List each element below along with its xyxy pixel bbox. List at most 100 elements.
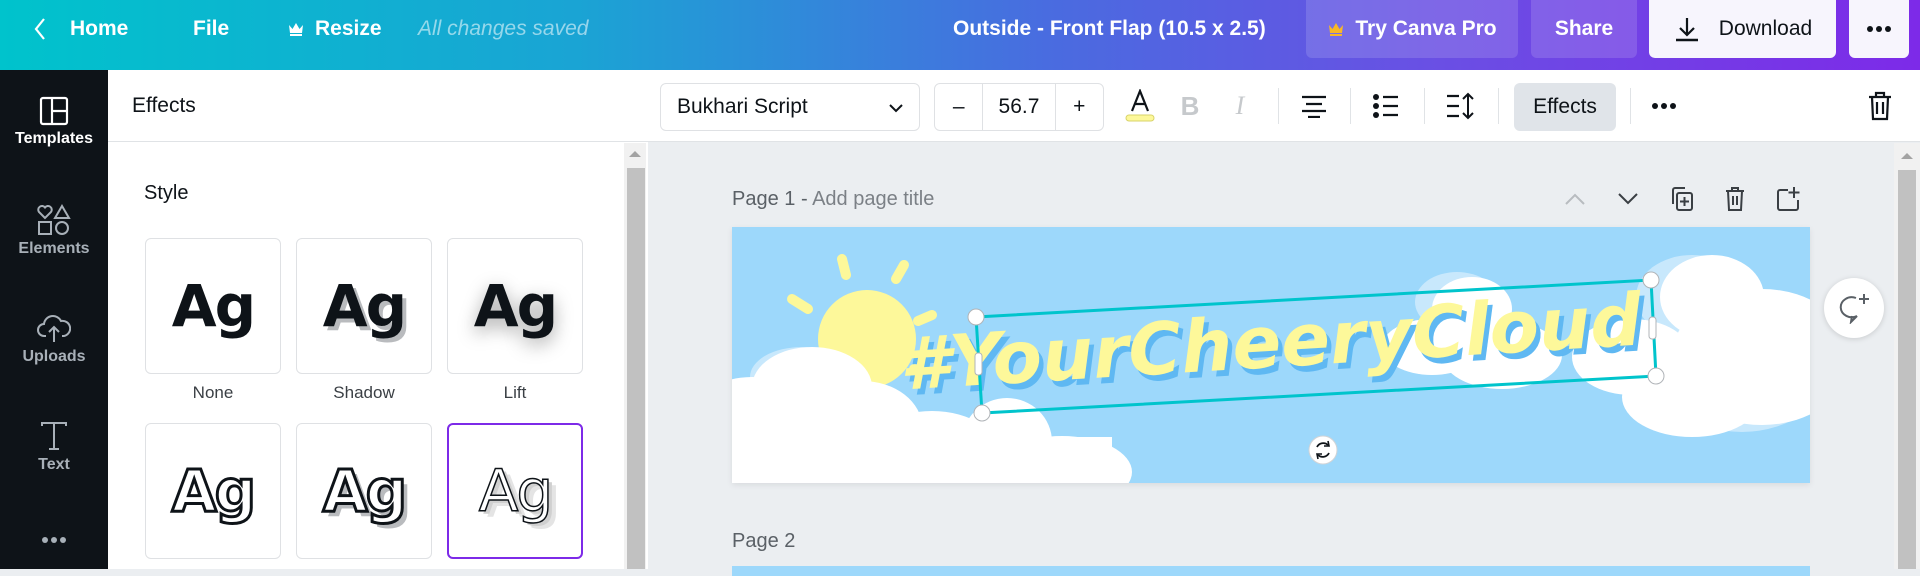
panel-title: Effects [108, 70, 648, 142]
list-button[interactable] [1368, 88, 1404, 124]
text-toolbar: Bukhari Script – 56.7 + B I Effects [648, 70, 1920, 142]
toolbar-divider [1498, 88, 1499, 124]
style-option-echo[interactable]: Ag [447, 423, 583, 559]
resize-handle [1647, 367, 1665, 385]
style-preview: Ag [322, 272, 407, 340]
sidebar-item-label: Templates [15, 130, 93, 147]
templates-icon [39, 96, 69, 126]
download-label: Download [1718, 17, 1813, 40]
page-1-label: Page 1 - Add page title [732, 188, 934, 211]
chevron-up-icon [1565, 193, 1585, 205]
style-label: Lift [503, 383, 527, 402]
style-option-hollow[interactable]: Ag [145, 423, 281, 559]
page-title-input[interactable]: Add page title [812, 188, 934, 210]
home-label: Home [70, 17, 129, 40]
bold-icon: B [1180, 90, 1200, 121]
style-preview: Ag [171, 272, 256, 340]
style-option-none[interactable]: Ag [145, 238, 281, 374]
style-preview: Ag [473, 272, 558, 340]
toolbar-more-button[interactable] [1646, 88, 1682, 124]
more-horizontal-icon [42, 537, 66, 543]
italic-button[interactable]: I [1222, 88, 1258, 124]
sidebar-item-label: Elements [18, 240, 90, 257]
text-align-button[interactable] [1296, 88, 1332, 124]
font-size-stepper: – 56.7 + [934, 83, 1104, 131]
try-canva-pro-button[interactable]: Try Canva Pro [1306, 0, 1518, 58]
text-color-icon [1125, 89, 1155, 122]
save-status: All changes saved [418, 17, 589, 40]
sidebar-item-elements[interactable]: Elements [0, 204, 108, 258]
download-icon [1675, 18, 1698, 42]
delete-element-button[interactable] [1862, 88, 1898, 124]
file-menu-button[interactable]: File [193, 0, 229, 58]
add-comment-button[interactable] [1824, 278, 1884, 338]
design-artwork: #YourCheeryCloud #YourCheeryCloud [732, 254, 1810, 483]
line-spacing-icon [1447, 92, 1474, 120]
elements-icon [37, 204, 71, 235]
design-page-2[interactable] [732, 566, 1810, 576]
sidebar-more-button[interactable] [0, 536, 108, 548]
scrollbar-thumb[interactable] [1898, 170, 1916, 569]
more-options-button[interactable] [1849, 0, 1909, 58]
sidebar-item-label: Uploads [22, 348, 86, 365]
trash-icon [1869, 91, 1891, 121]
crown-icon [1329, 23, 1344, 36]
chevron-down-icon [889, 104, 903, 113]
move-page-down-button[interactable] [1613, 184, 1643, 214]
duplicate-page-button[interactable] [1667, 184, 1697, 214]
text-icon [41, 422, 67, 450]
font-size-input[interactable]: 56.7 [982, 84, 1056, 130]
toolbar-divider [1350, 88, 1351, 124]
delete-page-button[interactable] [1720, 184, 1750, 214]
style-section-title: Style [144, 182, 189, 204]
download-button[interactable]: Download [1649, 0, 1836, 58]
effects-button[interactable]: Effects [1514, 83, 1616, 131]
style-option-splice[interactable]: Ag [296, 423, 432, 559]
design-page-1[interactable]: #YourCheeryCloud #YourCheeryCloud [732, 227, 1810, 483]
scroll-up-arrow-icon[interactable] [1901, 153, 1913, 159]
page-2-label: Page 2 [732, 530, 796, 552]
sidebar-item-text[interactable]: Text [0, 420, 108, 474]
sidebar-item-label: Text [38, 456, 70, 473]
move-page-up-button[interactable] [1560, 184, 1590, 214]
rotate-handle[interactable] [1308, 435, 1338, 465]
add-page-icon [1777, 187, 1800, 211]
increase-font-size-button[interactable]: + [1056, 84, 1103, 130]
align-center-icon [1302, 95, 1326, 118]
style-preview: Ag [478, 456, 554, 526]
style-option-lift[interactable]: Ag [447, 238, 583, 374]
trash-icon [1726, 187, 1744, 211]
side-navigation: Templates Elements Uploads Text [0, 70, 108, 569]
style-preview: Ag [321, 456, 408, 527]
toolbar-divider [1424, 88, 1425, 124]
resize-handle [967, 308, 985, 326]
resize-button[interactable]: Resize [287, 0, 382, 58]
scrollbar-thumb[interactable] [627, 168, 645, 569]
style-option-shadow[interactable]: Ag [296, 238, 432, 374]
canvas-scrollbar[interactable] [1894, 143, 1920, 569]
resize-label: Resize [315, 17, 382, 40]
bold-button[interactable]: B [1172, 88, 1208, 124]
headline-text-group: #YourCheeryCloud #YourCheeryCloud [897, 277, 1650, 412]
sidebar-item-templates[interactable]: Templates [0, 96, 108, 148]
side-handle [974, 352, 983, 376]
top-bar: Home File Resize All changes saved Outsi… [0, 0, 1920, 70]
try-canva-pro-label: Try Canva Pro [1355, 17, 1497, 40]
home-button[interactable]: Home [32, 0, 128, 58]
font-family-dropdown[interactable]: Bukhari Script [660, 83, 920, 131]
share-button[interactable]: Share [1531, 0, 1637, 58]
document-title[interactable]: Outside - Front Flap (10.5 x 2.5) [953, 0, 1266, 58]
style-label: Shadow [333, 383, 395, 402]
spacing-button[interactable] [1442, 88, 1478, 124]
text-color-button[interactable] [1122, 88, 1158, 124]
resize-handle [1642, 271, 1660, 289]
sidebar-item-uploads[interactable]: Uploads [0, 312, 108, 366]
more-horizontal-icon [1652, 103, 1676, 109]
effects-panel: Effects Style Ag None Ag Shadow Ag Lift … [108, 70, 648, 569]
more-horizontal-icon [1867, 26, 1891, 32]
add-page-button[interactable] [1774, 184, 1804, 214]
italic-icon: I [1235, 91, 1245, 120]
decrease-font-size-button[interactable]: – [935, 84, 982, 130]
scroll-up-arrow-icon[interactable] [629, 151, 641, 157]
panel-scrollbar[interactable] [624, 143, 646, 569]
